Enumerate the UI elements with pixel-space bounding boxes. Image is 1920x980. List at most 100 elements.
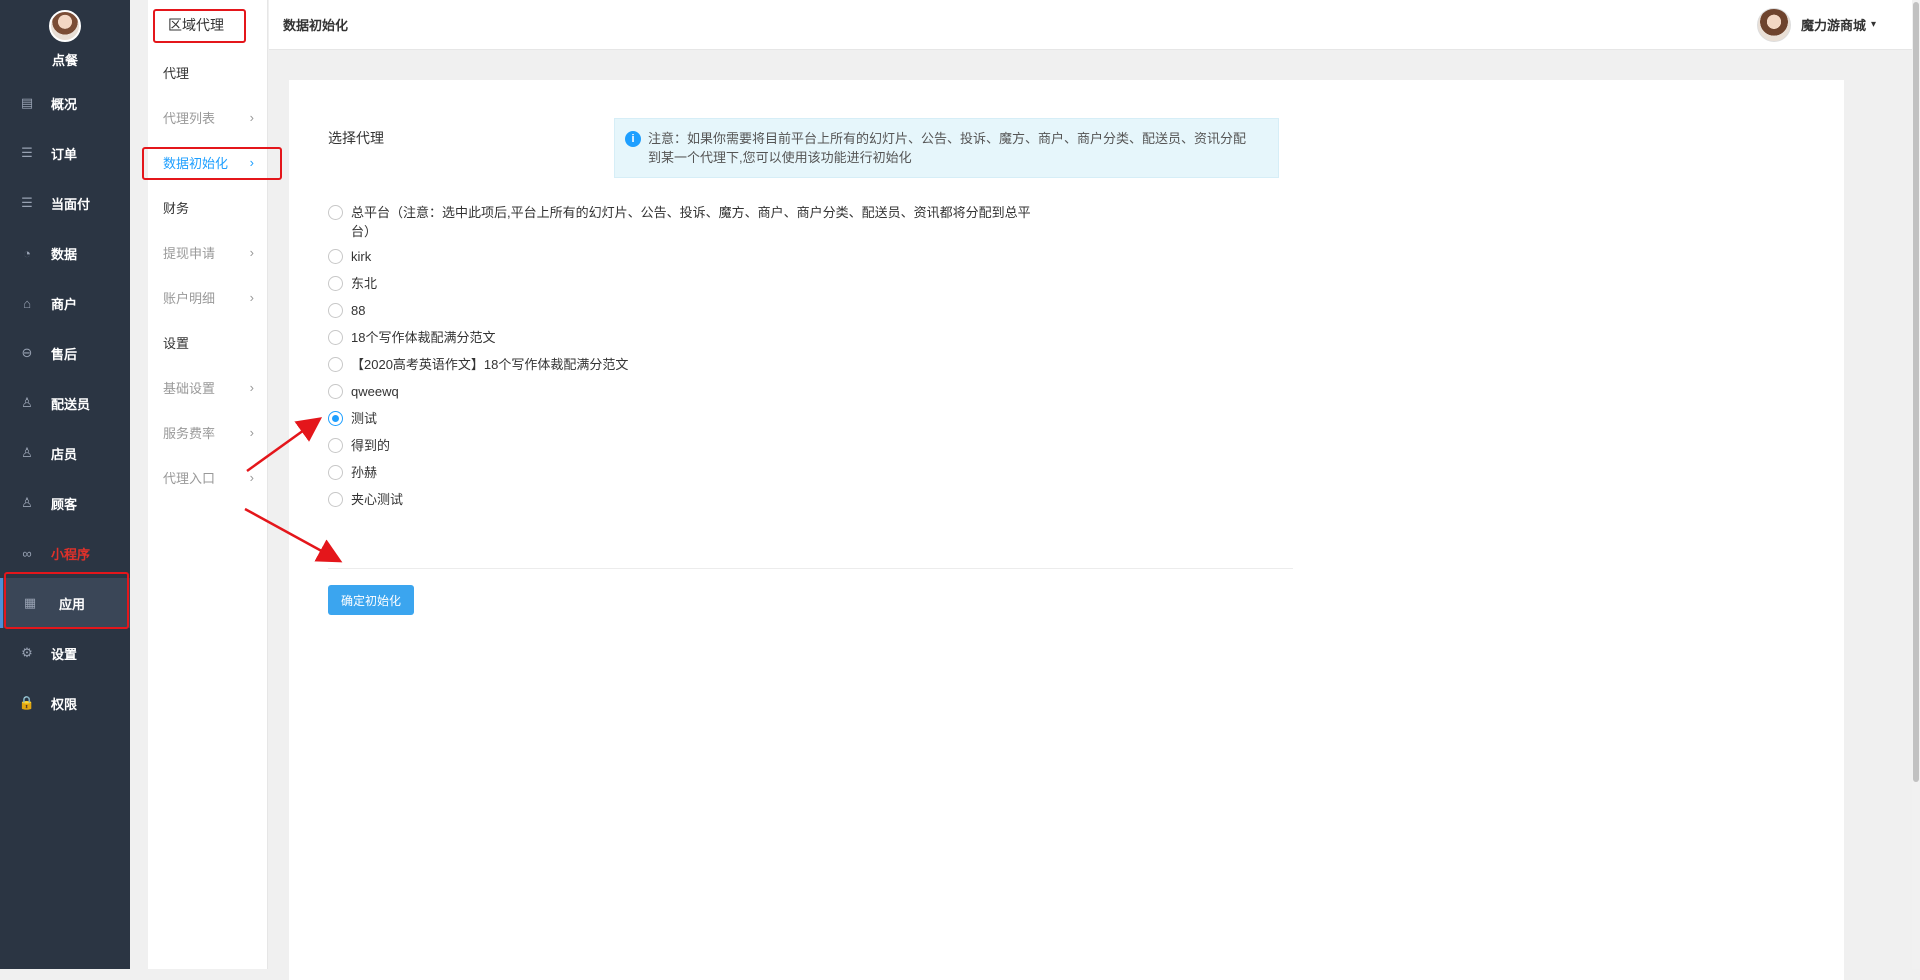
miniprogram-icon: ∞	[22, 545, 32, 561]
content-panel: 选择代理 i 注意：如果你需要将目前平台上所有的幻灯片、公告、投诉、魔方、商户、…	[289, 80, 1844, 980]
radio-button[interactable]	[328, 384, 343, 399]
nav-item-label: 权限	[51, 696, 78, 712]
nav-item-clerk[interactable]: ♙ 店员	[0, 428, 130, 478]
shop-name: 点餐	[51, 52, 78, 68]
agent-option-label: 测试	[351, 411, 378, 426]
submenu-item[interactable]: 代理列表 ›	[148, 95, 267, 140]
shop-logo[interactable]: 点餐	[0, 0, 130, 78]
nav-item-customer[interactable]: ♙ 顾客	[0, 478, 130, 528]
nav-item-chart[interactable]: ◔ 数据	[0, 228, 130, 278]
nav-item-miniprogram[interactable]: ∞ 小程序	[0, 528, 130, 578]
submenu-item[interactable]: 账户明细 ›	[148, 275, 267, 320]
radio-button[interactable]	[328, 330, 343, 345]
nav-item-label: 配送员	[51, 396, 91, 412]
radio-button[interactable]	[328, 205, 343, 220]
submenu-item[interactable]: 提现申请 ›	[148, 230, 267, 275]
nav-item-label: 订单	[51, 146, 78, 162]
submenu-item-label: 账户明细	[163, 291, 216, 306]
nav-item-label: 当面付	[51, 196, 91, 212]
submenu-item[interactable]: 服务费率 ›	[148, 410, 267, 455]
submenu-item[interactable]: 数据初始化 ›	[148, 140, 267, 185]
submenu-item[interactable]: 基础设置 ›	[148, 365, 267, 410]
nav-item-label: 店员	[51, 446, 78, 462]
agent-option[interactable]: 孙赫	[328, 463, 1288, 490]
submenu-item-label: 财务	[163, 201, 190, 216]
nav-item-order[interactable]: ☰ 订单	[0, 128, 130, 178]
secondary-menu: 区域代理 代理代理列表 › 数据初始化 › 财务提现申请 › 账户明细 › 设置 基础设置 › 服务费…	[148, 0, 268, 969]
agent-option[interactable]: 得到的	[328, 436, 1288, 463]
submenu-list: 代理 代理列表 › 数据初始化 › 财务 提现申请 › 账户明细 › 设置 基础设置 › 服务费率 › 代理入…	[148, 50, 267, 500]
chevron-right-icon: ›	[249, 245, 254, 260]
chevron-right-icon: ›	[249, 470, 254, 485]
agent-option-label: 总平台（注意：选中此项后,平台上所有的幻灯片、公告、投诉、魔方、商户、商户分类、…	[351, 205, 1031, 239]
radio-button[interactable]	[328, 357, 343, 372]
agent-option-label: kirk	[351, 249, 372, 264]
lock-icon: 🔒	[18, 695, 36, 710]
scrollbar[interactable]	[1912, 0, 1920, 969]
chevron-right-icon: ›	[249, 155, 254, 170]
agent-option[interactable]: 18个写作体裁配满分范文	[328, 328, 1288, 355]
courier-icon: ♙	[21, 395, 33, 410]
submenu-item-label: 代理入口	[163, 471, 216, 486]
agent-option[interactable]: 夹心测试	[328, 490, 1288, 517]
user-menu[interactable]: 魔力游商城 ▾	[1756, 7, 1876, 42]
agent-option[interactable]: 东北	[328, 274, 1288, 301]
submenu-item[interactable]: 代理入口 ›	[148, 455, 267, 500]
radio-button[interactable]	[328, 303, 343, 318]
submenu-heading[interactable]: 区域代理	[148, 0, 267, 50]
nav-item-lock[interactable]: 🔒 权限	[0, 678, 130, 728]
divider	[328, 568, 1293, 569]
radio-button[interactable]	[328, 249, 343, 264]
radio-button[interactable]	[328, 276, 343, 291]
submenu-item-label: 数据初始化	[163, 156, 229, 171]
agent-option-label: qweewq	[351, 384, 399, 399]
nav-item-aftersale[interactable]: ⊖ 售后	[0, 328, 130, 378]
shop-avatar	[49, 9, 81, 42]
store-icon: ⌂	[23, 295, 31, 311]
chevron-right-icon: ›	[249, 290, 254, 305]
nav-item-store[interactable]: ⌂ 商户	[0, 278, 130, 328]
select-agent-label: 选择代理	[328, 130, 384, 146]
agent-option[interactable]: 总平台（注意：选中此项后,平台上所有的幻灯片、公告、投诉、魔方、商户、商户分类、…	[328, 203, 1288, 247]
notice-box: i 注意：如果你需要将目前平台上所有的幻灯片、公告、投诉、魔方、商户、商户分类、…	[614, 118, 1279, 178]
nav-item-apps[interactable]: ▦ 应用	[0, 578, 130, 628]
confirm-init-button[interactable]: 确定初始化	[328, 585, 415, 615]
chevron-right-icon: ›	[249, 425, 254, 440]
radio-button[interactable]	[328, 492, 343, 507]
agent-option[interactable]: 【2020高考英语作文】18个写作体裁配满分范文	[328, 355, 1288, 382]
aftersale-icon: ⊖	[21, 345, 33, 360]
top-bar: 数据初始化 魔力游商城 ▾	[269, 0, 1920, 50]
radio-button[interactable]	[328, 438, 343, 453]
agent-option[interactable]: kirk	[328, 247, 1288, 274]
user-name: 魔力游商城	[1800, 18, 1866, 33]
agent-option[interactable]: qweewq	[328, 382, 1288, 409]
main-sidebar: 点餐 ▤ 概况 ☰ 订单 ☰ 当面付 ◔ 数据 ⌂ 商户 ⊖ 售后 ♙ 配送员 ♙ 店员 ♙ 顾客 ∞ 小程序 ▦ 应用 ⚙…	[0, 0, 130, 969]
nav-item-label: 应用	[59, 596, 86, 612]
agent-option[interactable]: 88	[328, 301, 1288, 328]
submenu-item[interactable]: 财务	[148, 185, 267, 230]
agent-option-label: 东北	[351, 276, 378, 291]
page-title: 数据初始化	[283, 18, 349, 33]
submenu-item[interactable]: 设置	[148, 320, 267, 365]
agent-option-label: 孙赫	[351, 465, 378, 480]
info-icon: i	[625, 131, 641, 147]
nav-item-courier[interactable]: ♙ 配送员	[0, 378, 130, 428]
pay-icon: ☰	[21, 195, 33, 210]
submenu-item-label: 代理列表	[163, 111, 216, 126]
submenu-item-label: 提现申请	[163, 246, 216, 261]
submenu-item[interactable]: 代理	[148, 50, 267, 95]
chevron-right-icon: ›	[249, 110, 254, 125]
nav-item-settings[interactable]: ⚙ 设置	[0, 628, 130, 678]
radio-button[interactable]	[328, 411, 343, 426]
settings-icon: ⚙	[21, 645, 33, 660]
nav-item-label: 小程序	[51, 546, 91, 562]
scrollbar-thumb[interactable]	[1913, 2, 1919, 782]
agent-radio-group: 总平台（注意：选中此项后,平台上所有的幻灯片、公告、投诉、魔方、商户、商户分类、…	[328, 203, 1288, 517]
agent-option[interactable]: 测试	[328, 409, 1288, 436]
nav-item-pay[interactable]: ☰ 当面付	[0, 178, 130, 228]
agent-option-label: 88	[351, 303, 366, 318]
overview-icon: ▤	[20, 95, 34, 110]
radio-button[interactable]	[328, 465, 343, 480]
nav-item-overview[interactable]: ▤ 概况	[0, 78, 130, 128]
chevron-right-icon: ›	[249, 380, 254, 395]
